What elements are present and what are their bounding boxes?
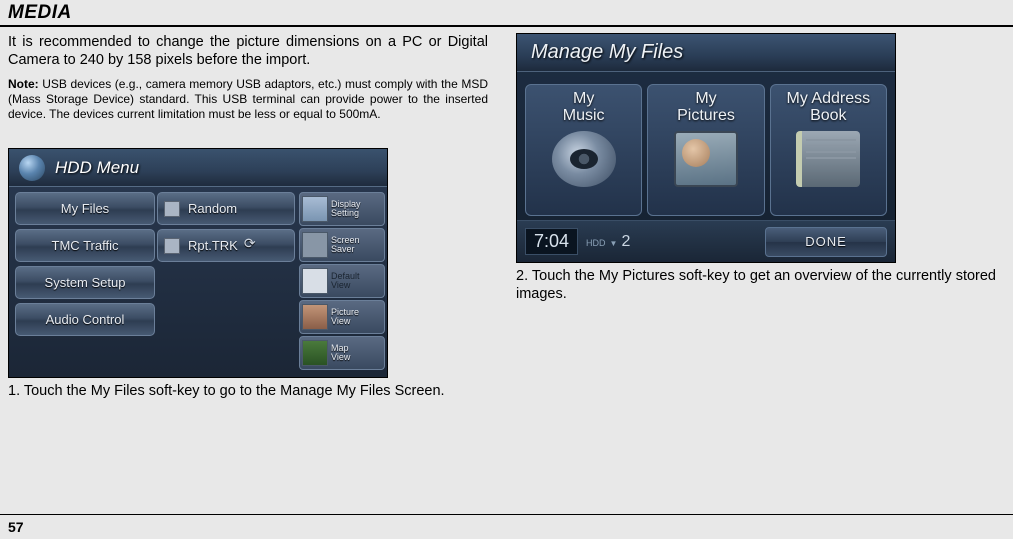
screen-saver-label: ScreenSaver — [331, 236, 360, 255]
default-view-label: DefaultView — [331, 272, 360, 291]
pictures-icon — [674, 131, 738, 187]
system-setup-label: System Setup — [45, 275, 126, 290]
random-button[interactable]: Random — [157, 192, 295, 225]
mmf-cards-row: MyMusic MyPictures My AddressBook — [517, 72, 895, 216]
map-view-thumb — [302, 340, 328, 366]
audio-control-button[interactable]: Audio Control — [15, 303, 155, 336]
globe-icon — [19, 155, 45, 181]
repeat-label: Rpt.TRK — [188, 238, 238, 253]
caption-1: 1. Touch the My Files soft-key to go to … — [8, 382, 488, 400]
mmf-title-bar: Manage My Files — [517, 34, 895, 72]
default-view-thumb — [302, 268, 328, 294]
default-view-card[interactable]: DefaultView — [299, 264, 385, 298]
left-column: It is recommended to change the picture … — [8, 33, 488, 400]
my-pictures-card[interactable]: MyPictures — [647, 84, 764, 216]
note-paragraph: Note: USB devices (e.g., camera memory U… — [8, 77, 488, 122]
page-title: MEDIA — [8, 2, 1005, 24]
caption-2: 2. Touch the My Pictures soft-key to get… — [516, 267, 996, 303]
music-disc-icon — [552, 131, 616, 187]
page-header: MEDIA — [0, 0, 1013, 27]
hdd-indicator: HDD ▼ 2 — [586, 233, 630, 251]
picture-view-label: PictureView — [331, 308, 359, 327]
note-body: USB devices (e.g., camera memory USB ada… — [8, 77, 488, 121]
audio-control-label: Audio Control — [46, 312, 125, 327]
hdd-right-col: DisplaySetting ScreenSaver DefaultView P… — [299, 192, 385, 370]
checkbox-icon — [164, 201, 180, 217]
clock-display: 7:04 HDD ▼ 2 — [525, 228, 630, 255]
my-music-card[interactable]: MyMusic — [525, 84, 642, 216]
note-label: Note: — [8, 77, 39, 91]
intro-paragraph: It is recommended to change the picture … — [8, 33, 488, 69]
done-label: DONE — [805, 234, 847, 249]
display-setting-card[interactable]: DisplaySetting — [299, 192, 385, 226]
random-label: Random — [188, 201, 237, 216]
done-button[interactable]: DONE — [765, 227, 887, 257]
picture-view-card[interactable]: PictureView — [299, 300, 385, 334]
hdd-mid-col: Random Rpt.TRK — [157, 192, 295, 370]
hdd-label: HDD — [586, 238, 606, 248]
hdd-body: My Files TMC Traffic System Setup Audio … — [9, 187, 387, 374]
mmf-bottom-bar: 7:04 HDD ▼ 2 DONE — [517, 220, 895, 262]
picture-view-thumb — [302, 304, 328, 330]
my-files-button[interactable]: My Files — [15, 192, 155, 225]
my-files-label: My Files — [61, 201, 109, 216]
address-book-icon — [796, 131, 860, 187]
repeat-icon — [244, 239, 268, 253]
display-setting-label: DisplaySetting — [331, 200, 361, 219]
screen-saver-card[interactable]: ScreenSaver — [299, 228, 385, 262]
my-address-book-card[interactable]: My AddressBook — [770, 84, 887, 216]
my-music-label: MyMusic — [563, 91, 605, 125]
hdd-title-bar: HDD Menu — [9, 149, 387, 187]
hdd-title-text: HDD Menu — [55, 158, 139, 178]
hdd-left-col: My Files TMC Traffic System Setup Audio … — [15, 192, 155, 370]
map-view-label: MapView — [331, 344, 350, 363]
system-setup-button[interactable]: System Setup — [15, 266, 155, 299]
clock-time: 7:04 — [525, 228, 578, 255]
display-setting-thumb — [302, 196, 328, 222]
page-footer: 57 — [0, 514, 1013, 539]
page-number: 57 — [8, 519, 1005, 535]
hdd-menu-screenshot: HDD Menu My Files TMC Traffic System Set… — [8, 148, 388, 378]
screen-saver-thumb — [302, 232, 328, 258]
map-view-card[interactable]: MapView — [299, 336, 385, 370]
checkbox-icon — [164, 238, 180, 254]
content-columns: It is recommended to change the picture … — [0, 27, 1013, 408]
my-pictures-label: MyPictures — [677, 91, 735, 125]
repeat-track-button[interactable]: Rpt.TRK — [157, 229, 295, 262]
mmf-title-text: Manage My Files — [531, 41, 683, 64]
my-address-book-label: My AddressBook — [787, 91, 871, 125]
tmc-traffic-label: TMC Traffic — [52, 238, 119, 253]
tmc-traffic-button[interactable]: TMC Traffic — [15, 229, 155, 262]
right-column: Manage My Files MyMusic MyPictures My Ad… — [516, 33, 996, 400]
manage-my-files-screenshot: Manage My Files MyMusic MyPictures My Ad… — [516, 33, 896, 263]
hdd-track-number: 2 — [621, 233, 630, 251]
